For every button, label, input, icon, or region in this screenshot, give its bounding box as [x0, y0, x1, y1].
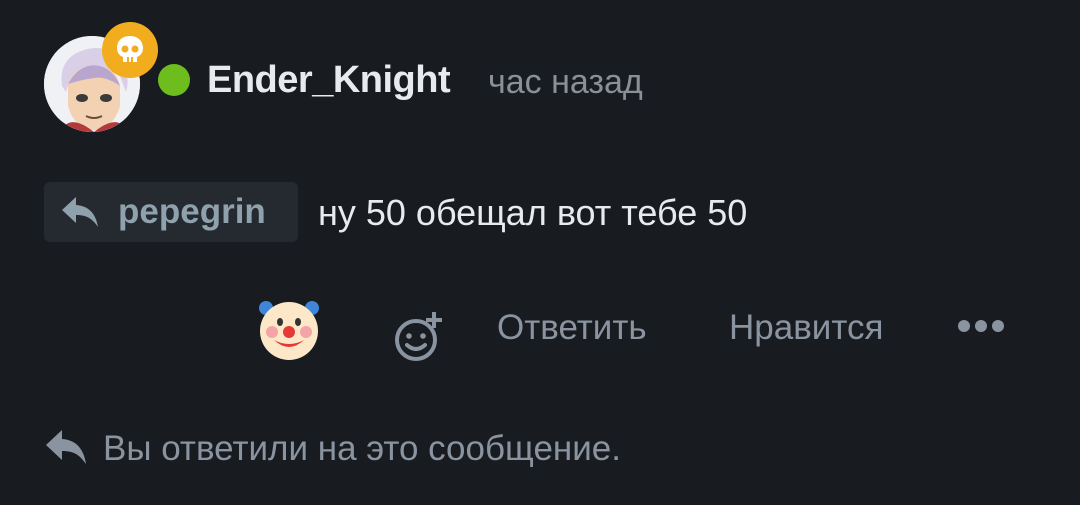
reply-button[interactable]: Ответить: [497, 308, 647, 348]
reply-arrow-icon: [46, 430, 86, 464]
message-timestamp[interactable]: час назад: [488, 62, 643, 102]
reply-to-chip[interactable]: pepegrin: [44, 182, 298, 242]
online-status-dot: [158, 64, 190, 96]
message-text: ну 50 обещал вот тебе 50: [318, 192, 748, 233]
skull-badge: [102, 22, 158, 78]
clown-emoji-icon: [259, 301, 319, 360]
more-options-button[interactable]: [956, 316, 1006, 336]
reply-arrow-icon: [62, 197, 98, 227]
add-reaction-icon: [395, 312, 442, 361]
user-avatar-group[interactable]: [44, 22, 158, 136]
skull-icon: [117, 36, 143, 62]
like-button[interactable]: Нравится: [729, 308, 883, 348]
reply-to-username: pepegrin: [118, 192, 266, 231]
clown-reaction[interactable]: [256, 296, 322, 362]
more-dots-icon: [958, 320, 1004, 332]
author-name[interactable]: Ender_Knight: [207, 58, 451, 102]
replied-note: Вы ответили на это сообщение.: [103, 429, 621, 468]
add-reaction-button[interactable]: [394, 310, 446, 362]
